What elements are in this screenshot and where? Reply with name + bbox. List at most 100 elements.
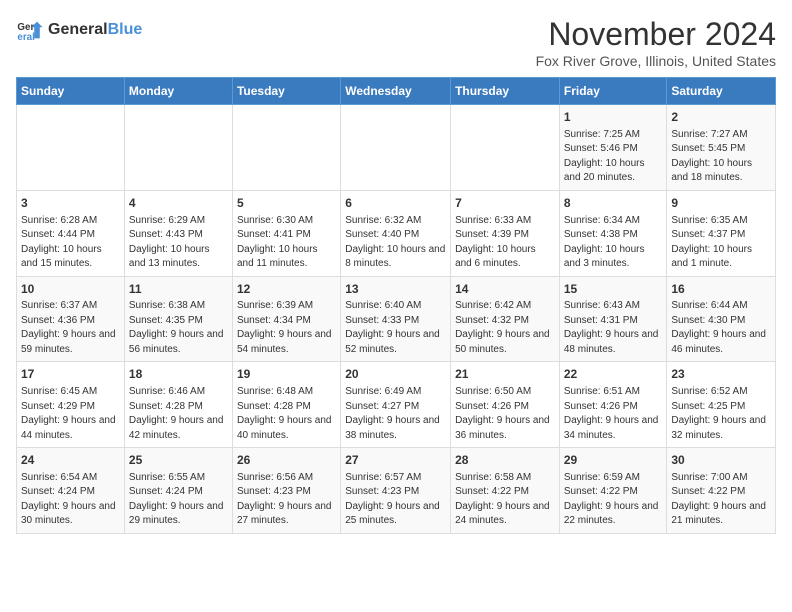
day-number: 26 [237,452,336,469]
day-info: Sunrise: 6:49 AM Sunset: 4:27 PM Dayligh… [345,385,446,443]
calendar-cell: 22Sunrise: 6:51 AM Sunset: 4:26 PM Dayli… [559,362,667,448]
calendar-cell: 15Sunrise: 6:43 AM Sunset: 4:31 PM Dayli… [559,276,667,362]
day-number: 28 [455,452,555,469]
day-info: Sunrise: 6:34 AM Sunset: 4:38 PM Dayligh… [564,214,663,272]
day-header-friday: Friday [559,78,667,105]
day-info: Sunrise: 6:45 AM Sunset: 4:29 PM Dayligh… [21,385,120,443]
calendar-cell: 6Sunrise: 6:32 AM Sunset: 4:40 PM Daylig… [341,190,451,276]
day-number: 9 [671,195,771,212]
day-header-tuesday: Tuesday [232,78,340,105]
calendar-cell: 3Sunrise: 6:28 AM Sunset: 4:44 PM Daylig… [17,190,125,276]
calendar-cell: 1 Sunrise: 7:25 AM Sunset: 5:46 PM Daylig… [559,105,667,191]
day-info: Sunrise: 6:54 AM Sunset: 4:24 PM Dayligh… [21,471,120,529]
day-number: 14 [455,281,555,298]
day-info: Sunrise: 6:52 AM Sunset: 4:25 PM Dayligh… [671,385,771,443]
day-info: Sunrise: 6:50 AM Sunset: 4:26 PM Dayligh… [455,385,555,443]
day-number: 2 [671,109,771,126]
day-info: Sunrise: 6:55 AM Sunset: 4:24 PM Dayligh… [129,471,228,529]
calendar-cell: 30 Sunrise: 7:00 AM Sunset: 4:22 PM Dayli… [667,448,776,534]
day-info: Sunrise: 6:56 AM Sunset: 4:23 PM Dayligh… [237,471,336,529]
calendar-week-3: 10Sunrise: 6:37 AM Sunset: 4:36 PM Dayli… [17,276,776,362]
calendar-cell: 29 Sunrise: 6:59 AM Sunset: 4:22 PM Dayli… [559,448,667,534]
day-number: 29 [564,452,663,469]
day-info: Sunrise: 6:43 AM Sunset: 4:31 PM Dayligh… [564,299,663,357]
day-info: Sunrise: 6:35 AM Sunset: 4:37 PM Dayligh… [671,214,771,272]
calendar-cell: 11Sunrise: 6:38 AM Sunset: 4:35 PM Dayli… [124,276,232,362]
calendar-cell: 18 Sunrise: 6:46 AM Sunset: 4:28 PM Dayli… [124,362,232,448]
day-number: 4 [129,195,228,212]
calendar-cell: 13Sunrise: 6:40 AM Sunset: 4:33 PM Dayli… [341,276,451,362]
calendar-cell: 16Sunrise: 6:44 AM Sunset: 4:30 PM Dayli… [667,276,776,362]
day-info: Sunrise: 6:48 AM Sunset: 4:28 PM Dayligh… [237,385,336,443]
day-info: Sunrise: 6:57 AM Sunset: 4:23 PM Dayligh… [345,471,446,529]
day-number: 22 [564,366,663,383]
day-info: Sunrise: 6:40 AM Sunset: 4:33 PM Dayligh… [345,299,446,357]
header: Gen eral GeneralBlue November 2024 Fox R… [16,16,776,69]
day-number: 23 [671,366,771,383]
calendar-cell: 19 Sunrise: 6:48 AM Sunset: 4:28 PM Dayli… [232,362,340,448]
day-info: Sunrise: 6:37 AM Sunset: 4:36 PM Dayligh… [21,299,120,357]
calendar-cell [451,105,560,191]
main-title: November 2024 [536,16,776,53]
calendar-cell [17,105,125,191]
logo: Gen eral GeneralBlue [16,16,142,44]
day-info: Sunrise: 6:44 AM Sunset: 4:30 PM Dayligh… [671,299,771,357]
day-info: Sunrise: 6:30 AM Sunset: 4:41 PM Dayligh… [237,214,336,272]
logo-general: General [48,21,108,38]
day-number: 20 [345,366,446,383]
calendar-week-2: 3Sunrise: 6:28 AM Sunset: 4:44 PM Daylig… [17,190,776,276]
subtitle: Fox River Grove, Illinois, United States [536,53,776,69]
calendar-cell: 9 Sunrise: 6:35 AM Sunset: 4:37 PM Daylig… [667,190,776,276]
day-info: Sunrise: 6:32 AM Sunset: 4:40 PM Dayligh… [345,214,446,272]
day-info: Sunrise: 7:27 AM Sunset: 5:45 PM Dayligh… [671,128,771,186]
calendar-cell: 17Sunrise: 6:45 AM Sunset: 4:29 PM Dayli… [17,362,125,448]
calendar-cell: 23 Sunrise: 6:52 AM Sunset: 4:25 PM Dayli… [667,362,776,448]
calendar-header-row: SundayMondayTuesdayWednesdayThursdayFrid… [17,78,776,105]
calendar-cell: 21 Sunrise: 6:50 AM Sunset: 4:26 PM Dayli… [451,362,560,448]
day-number: 7 [455,195,555,212]
day-header-thursday: Thursday [451,78,560,105]
day-info: Sunrise: 6:39 AM Sunset: 4:34 PM Dayligh… [237,299,336,357]
day-number: 24 [21,452,120,469]
calendar-cell: 10Sunrise: 6:37 AM Sunset: 4:36 PM Dayli… [17,276,125,362]
calendar-cell: 12Sunrise: 6:39 AM Sunset: 4:34 PM Dayli… [232,276,340,362]
day-number: 30 [671,452,771,469]
day-number: 21 [455,366,555,383]
day-number: 8 [564,195,663,212]
day-number: 5 [237,195,336,212]
calendar-cell: 27 Sunrise: 6:57 AM Sunset: 4:23 PM Dayli… [341,448,451,534]
day-number: 11 [129,281,228,298]
calendar-cell: 25Sunrise: 6:55 AM Sunset: 4:24 PM Dayli… [124,448,232,534]
calendar-cell [124,105,232,191]
day-number: 15 [564,281,663,298]
day-number: 1 [564,109,663,126]
calendar-cell: 7Sunrise: 6:33 AM Sunset: 4:39 PM Daylig… [451,190,560,276]
day-info: Sunrise: 6:59 AM Sunset: 4:22 PM Dayligh… [564,471,663,529]
day-info: Sunrise: 6:29 AM Sunset: 4:43 PM Dayligh… [129,214,228,272]
calendar-cell: 26 Sunrise: 6:56 AM Sunset: 4:23 PM Dayli… [232,448,340,534]
title-area: November 2024 Fox River Grove, Illinois,… [536,16,776,69]
calendar-table: SundayMondayTuesdayWednesdayThursdayFrid… [16,77,776,534]
day-number: 13 [345,281,446,298]
calendar-cell: 24 Sunrise: 6:54 AM Sunset: 4:24 PM Dayli… [17,448,125,534]
calendar-cell: 20 Sunrise: 6:49 AM Sunset: 4:27 PM Dayli… [341,362,451,448]
calendar-cell [232,105,340,191]
day-number: 16 [671,281,771,298]
day-info: Sunrise: 6:46 AM Sunset: 4:28 PM Dayligh… [129,385,228,443]
day-header-monday: Monday [124,78,232,105]
calendar-week-5: 24 Sunrise: 6:54 AM Sunset: 4:24 PM Dayli… [17,448,776,534]
day-number: 18 [129,366,228,383]
day-info: Sunrise: 6:42 AM Sunset: 4:32 PM Dayligh… [455,299,555,357]
logo-icon: Gen eral [16,16,44,44]
day-number: 19 [237,366,336,383]
calendar-cell: 5 Sunrise: 6:30 AM Sunset: 4:41 PM Daylig… [232,190,340,276]
day-info: Sunrise: 6:28 AM Sunset: 4:44 PM Dayligh… [21,214,120,272]
calendar-cell: 2 Sunrise: 7:27 AM Sunset: 5:45 PM Daylig… [667,105,776,191]
day-info: Sunrise: 7:00 AM Sunset: 4:22 PM Dayligh… [671,471,771,529]
day-number: 27 [345,452,446,469]
day-info: Sunrise: 6:58 AM Sunset: 4:22 PM Dayligh… [455,471,555,529]
day-number: 10 [21,281,120,298]
day-info: Sunrise: 7:25 AM Sunset: 5:46 PM Dayligh… [564,128,663,186]
calendar-week-1: 1 Sunrise: 7:25 AM Sunset: 5:46 PM Daylig… [17,105,776,191]
calendar-cell: 28 Sunrise: 6:58 AM Sunset: 4:22 PM Dayli… [451,448,560,534]
